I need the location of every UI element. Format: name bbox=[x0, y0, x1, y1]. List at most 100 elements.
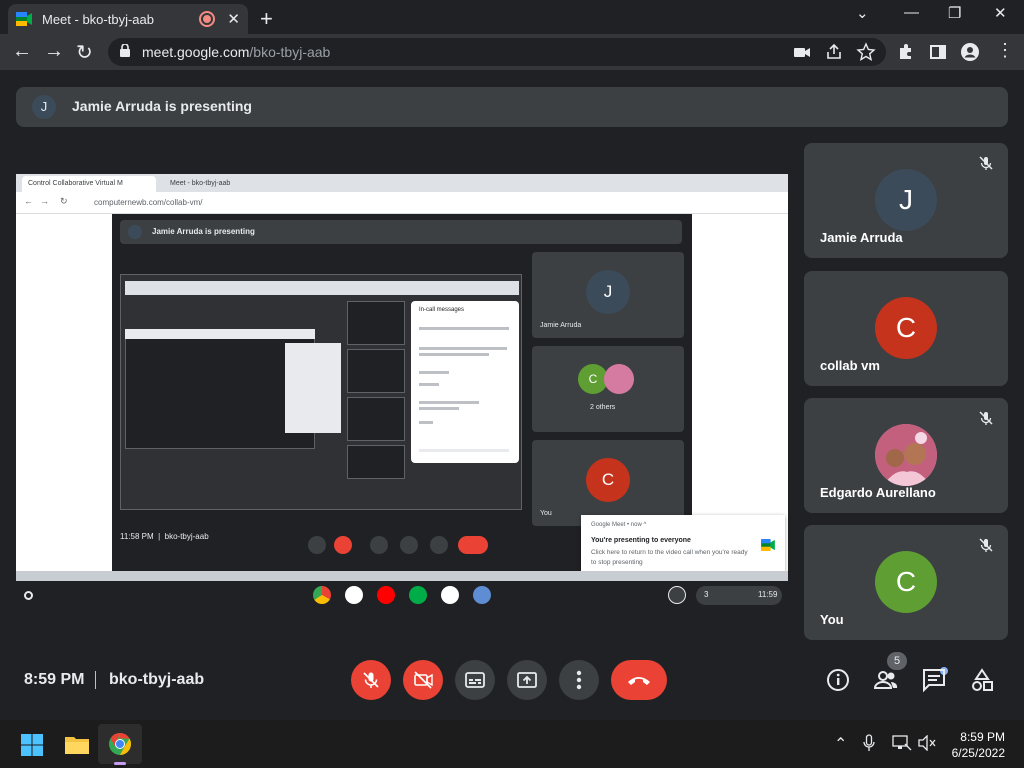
forward-icon[interactable]: → bbox=[44, 40, 64, 63]
activities-icon[interactable] bbox=[969, 667, 995, 693]
nested-tile-1 bbox=[347, 301, 405, 345]
shared-tile-photo-avatar bbox=[604, 364, 634, 394]
url-text: meet.google.com/bko-tbyj-aab bbox=[142, 44, 331, 60]
restore-icon[interactable]: ❐ bbox=[948, 4, 961, 22]
shared-end-call-button bbox=[458, 536, 488, 554]
chat-icon[interactable] bbox=[921, 667, 947, 693]
shared-tile-name: Jamie Arruda bbox=[540, 322, 582, 329]
chrome-taskbar-icon[interactable] bbox=[108, 732, 132, 756]
nested-thumbnail-bar bbox=[125, 329, 315, 339]
shared-presenter-avatar bbox=[128, 225, 142, 239]
mic-off-icon bbox=[979, 411, 993, 425]
chrome-menu-icon[interactable]: ⋮ bbox=[996, 40, 1014, 61]
more-options-button[interactable] bbox=[559, 660, 599, 700]
participant-avatar: C bbox=[875, 551, 937, 613]
shared-screen[interactable]: Control Collaborative Virtual M Meet - b… bbox=[16, 174, 788, 581]
nested-tile-4 bbox=[347, 445, 405, 479]
participant-tile-you[interactable]: C You bbox=[804, 525, 1008, 640]
leave-call-button[interactable] bbox=[611, 660, 667, 700]
browser-toolbar: ← → ↻ meet.google.com/bko-tbyj-aab ⋮ bbox=[0, 34, 1024, 70]
microphone-icon[interactable] bbox=[862, 734, 876, 752]
chat-line bbox=[419, 327, 509, 330]
shared-meeting-info: 11:58 PM | bko-tbyj-aab bbox=[120, 532, 209, 541]
shared-tab-meet: Meet - bko-tbyj-aab bbox=[170, 180, 231, 187]
participant-name: You bbox=[820, 612, 844, 627]
nested-shared-screen: In-call messages bbox=[120, 274, 522, 510]
shared-camera-button bbox=[334, 536, 352, 554]
participant-tile-collab-vm[interactable]: C collab vm bbox=[804, 271, 1008, 386]
participant-tile-edgardo[interactable]: Edgardo Aurellano bbox=[804, 398, 1008, 513]
app-icon bbox=[441, 586, 459, 604]
browser-tab-strip: Meet - bko-tbyj-aab ✕ + ⌄ — ❐ ✕ bbox=[0, 0, 1024, 34]
present-now-button[interactable] bbox=[507, 660, 547, 700]
browser-tab-meet[interactable]: Meet - bko-tbyj-aab ✕ bbox=[8, 4, 248, 34]
network-icon[interactable] bbox=[892, 735, 912, 751]
info-icon[interactable] bbox=[825, 667, 851, 693]
gmail-app-icon bbox=[345, 586, 363, 604]
stylus-icon bbox=[668, 586, 686, 604]
close-window-icon[interactable]: ✕ bbox=[994, 4, 1007, 22]
taskbar-date: 6/25/2022 bbox=[951, 746, 1005, 760]
presenter-avatar: J bbox=[32, 95, 56, 119]
recording-indicator-icon bbox=[201, 13, 214, 25]
shared-back-icon: ← bbox=[24, 196, 33, 206]
side-panel-icon[interactable] bbox=[928, 42, 948, 62]
shared-presenting-text: Jamie Arruda is presenting bbox=[152, 227, 255, 236]
shared-code: bko-tbyj-aab bbox=[164, 532, 209, 541]
chrome-active-indicator bbox=[114, 762, 126, 765]
youtube-app-icon bbox=[377, 586, 395, 604]
mic-off-icon bbox=[979, 156, 993, 170]
shared-reload-icon: ↻ bbox=[60, 196, 68, 206]
plus-icon[interactable]: + bbox=[260, 6, 273, 32]
more-vert-icon bbox=[576, 670, 582, 690]
tab-title: Meet - bko-tbyj-aab bbox=[42, 11, 154, 27]
shared-tab-strip: Control Collaborative Virtual M Meet - b… bbox=[16, 174, 788, 192]
participant-avatar: J bbox=[875, 169, 937, 231]
close-tab-icon[interactable]: ✕ bbox=[227, 10, 240, 28]
tab-search-chevron-icon[interactable]: ⌄ bbox=[856, 4, 869, 22]
back-icon[interactable]: ← bbox=[12, 40, 32, 63]
meet-app-icon bbox=[409, 586, 427, 604]
share-icon[interactable] bbox=[824, 42, 844, 62]
people-icon[interactable] bbox=[873, 667, 899, 693]
participant-avatar: C bbox=[875, 297, 937, 359]
shared-tile-others: C 2 others bbox=[532, 346, 684, 432]
shared-tile-name: 2 others bbox=[590, 404, 616, 411]
shared-tile-avatar: C bbox=[586, 458, 630, 502]
volume-muted-icon[interactable] bbox=[917, 735, 937, 751]
extensions-puzzle-icon[interactable] bbox=[896, 42, 916, 62]
bookmark-star-icon[interactable] bbox=[856, 42, 876, 62]
participant-tile-jamie[interactable]: J Jamie Arruda bbox=[804, 143, 1008, 258]
participant-photo-avatar bbox=[875, 424, 937, 486]
notification-body: Click here to return to the video call w… bbox=[591, 549, 748, 566]
chat-line bbox=[419, 371, 449, 374]
notification-header: Google Meet • now ^ bbox=[591, 522, 647, 528]
shared-mic-button bbox=[308, 536, 326, 554]
google-meet-icon bbox=[761, 539, 775, 551]
chevron-up-icon[interactable]: ⌃ bbox=[834, 734, 847, 754]
meeting-time: 8:59 PM bbox=[24, 671, 85, 688]
chat-line bbox=[419, 407, 459, 410]
shared-presenting-banner: Jamie Arruda is presenting bbox=[120, 220, 682, 244]
microphone-toggle-button[interactable] bbox=[351, 660, 391, 700]
participant-name: collab vm bbox=[820, 358, 880, 373]
chat-line bbox=[419, 347, 507, 350]
presenting-notification[interactable]: Google Meet • now ^ You're presenting to… bbox=[581, 515, 785, 577]
taskbar-clock[interactable]: 8:59 PM 6/25/2022 bbox=[945, 729, 1005, 761]
captions-button[interactable] bbox=[455, 660, 495, 700]
file-explorer-icon[interactable] bbox=[64, 734, 90, 755]
profile-avatar-icon[interactable] bbox=[960, 42, 980, 62]
reload-icon[interactable]: ↻ bbox=[76, 40, 93, 65]
minimize-icon[interactable]: — bbox=[904, 4, 919, 21]
address-bar[interactable]: meet.google.com/bko-tbyj-aab bbox=[108, 38, 886, 66]
nested-tile-3 bbox=[347, 397, 405, 441]
lock-icon bbox=[120, 44, 130, 57]
camera-toggle-button[interactable] bbox=[403, 660, 443, 700]
windows-start-icon[interactable] bbox=[20, 733, 44, 757]
shared-forward-icon: → bbox=[40, 196, 49, 206]
shared-tab-collab: Control Collaborative Virtual M bbox=[22, 176, 156, 192]
chromeos-shelf: 3 11:59 bbox=[16, 581, 788, 610]
phone-hangup-icon bbox=[628, 677, 650, 685]
camera-icon[interactable] bbox=[792, 42, 812, 62]
launcher-icon bbox=[24, 591, 33, 600]
